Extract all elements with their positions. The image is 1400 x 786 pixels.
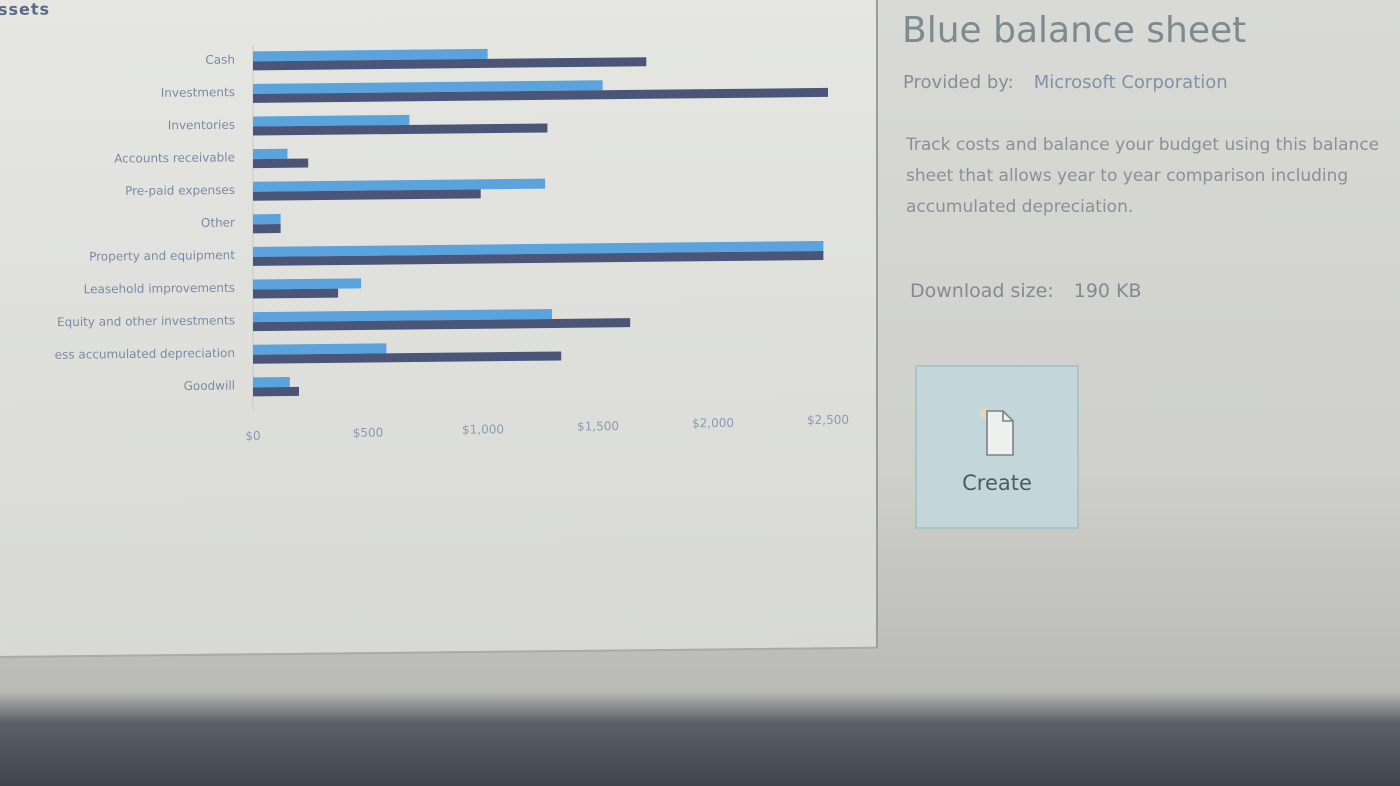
- x-tick-label: $500: [353, 426, 384, 440]
- bar-series-1: [253, 148, 288, 160]
- template-description: Track costs and balance your budget usin…: [906, 135, 1380, 217]
- category-label: Inventories: [168, 118, 235, 133]
- x-tick-label: $1,000: [462, 422, 504, 436]
- create-button[interactable]: Create: [915, 365, 1079, 529]
- bar-series-1: [253, 214, 281, 225]
- provided-by-label: Provided by:: [903, 72, 1014, 93]
- provided-by: Provided by: Microsoft Corporation: [903, 72, 1228, 93]
- template-preview: ssets Cash Investments Inventories Accounts…: [0, 0, 878, 659]
- template-details-panel: Blue balance sheet Provided by: Microsoft…: [900, 0, 1400, 700]
- category-label: Equity and other investments: [57, 313, 235, 329]
- taskbar: [0, 730, 1400, 786]
- template-title: Blue balance sheet: [902, 10, 1247, 51]
- category-label: Goodwill: [184, 379, 235, 394]
- category-label: Cash: [205, 53, 235, 67]
- new-document-icon: [980, 408, 1014, 456]
- x-tick-label: $2,000: [692, 416, 734, 430]
- bar-series-1: [253, 278, 362, 290]
- bar-series-2: [253, 386, 299, 397]
- bar-series-1: [253, 343, 387, 355]
- category-label: Investments: [161, 85, 235, 100]
- download-size-label: Download size:: [910, 280, 1054, 302]
- bar-series-2: [253, 224, 281, 234]
- provider-name: Microsoft Corporation: [1033, 72, 1228, 93]
- x-tick-label: $0: [245, 429, 260, 443]
- category-label: Leasehold improvements: [84, 281, 235, 297]
- bar-chart: Cash Investments Inventories Accounts recei…: [55, 45, 849, 443]
- category-label: Accounts receivable: [114, 150, 235, 165]
- category-label: Property and equipment: [89, 248, 235, 264]
- category-label: ess accumulated depreciation: [55, 346, 235, 362]
- category-label: Other: [201, 216, 235, 230]
- bar-series-1: [253, 114, 410, 127]
- bar-series-2: [253, 288, 339, 299]
- download-size: Download size: 190 KB: [910, 280, 1142, 302]
- bar-series-2: [253, 158, 309, 169]
- x-tick-label: $1,500: [577, 419, 619, 433]
- download-size-value: 190 KB: [1073, 280, 1142, 302]
- bar-series-1: [253, 376, 290, 388]
- create-label: Create: [962, 471, 1032, 495]
- category-label: Pre-paid expenses: [125, 183, 235, 198]
- x-tick-label: $2,500: [807, 413, 849, 427]
- bar-series-1: [253, 178, 546, 192]
